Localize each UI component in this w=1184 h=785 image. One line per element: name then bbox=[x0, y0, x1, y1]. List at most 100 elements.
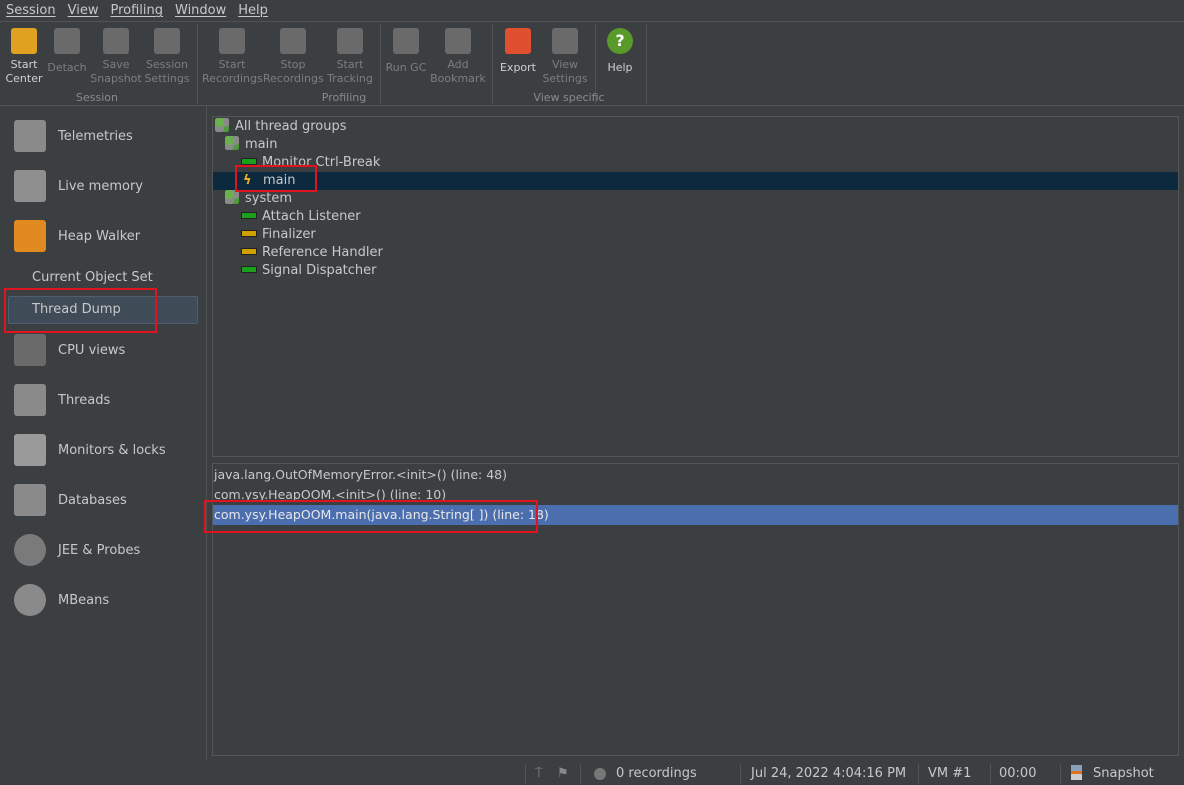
tree-root[interactable]: All thread groups bbox=[213, 118, 1178, 136]
sidebar-item-databases[interactable]: Databases bbox=[14, 482, 127, 518]
session-settings-button[interactable]: Session Settings bbox=[137, 26, 197, 86]
thread-monitor-ctrl-break[interactable]: Monitor Ctrl-Break bbox=[213, 154, 1178, 172]
threads-icon bbox=[14, 384, 46, 416]
sidebar-item-monitors-locks[interactable]: Monitors & locks bbox=[14, 432, 166, 468]
thread-group-main[interactable]: main bbox=[213, 136, 1178, 154]
stack-trace-panel: java.lang.OutOfMemoryError.<init>() (lin… bbox=[204, 463, 1179, 756]
menu-view[interactable]: View bbox=[68, 0, 99, 21]
sidebar-item-heap-walker[interactable]: Heap Walker bbox=[14, 218, 140, 254]
divider bbox=[740, 764, 741, 784]
button-label: Run GC bbox=[385, 61, 427, 74]
sidebar-subitem-current-object-set[interactable]: Current Object Set bbox=[32, 270, 153, 285]
waiting-state-icon bbox=[241, 248, 257, 255]
thread-group-system[interactable]: system bbox=[213, 190, 1178, 208]
flag-icon[interactable]: ⚑ bbox=[557, 766, 569, 781]
sidebar-item-label: JEE & Probes bbox=[58, 542, 141, 558]
cpu-views-icon bbox=[14, 334, 46, 366]
snapshot-icon bbox=[1071, 765, 1082, 780]
annotation-box bbox=[235, 165, 317, 192]
running-state-icon bbox=[241, 266, 257, 273]
recordings-count: 0 recordings bbox=[616, 766, 697, 781]
button-label: Settings bbox=[144, 72, 190, 85]
start-tracking-icon bbox=[337, 28, 363, 54]
running-state-icon bbox=[241, 158, 257, 165]
lock-icon bbox=[14, 434, 46, 466]
sidebar-item-label: CPU views bbox=[58, 342, 126, 358]
group-label-session: Session bbox=[76, 91, 118, 104]
sidebar-item-label: Telemetries bbox=[58, 128, 133, 144]
button-label: Stop bbox=[280, 58, 306, 71]
tree-label: Finalizer bbox=[262, 227, 316, 242]
divider bbox=[1060, 764, 1061, 784]
annotation-box bbox=[4, 288, 157, 333]
running-state-icon bbox=[241, 212, 257, 219]
button-label: Start bbox=[336, 58, 364, 71]
button-label: Help bbox=[607, 61, 633, 74]
sidebar-item-telemetries[interactable]: Telemetries bbox=[14, 118, 133, 154]
button-label: Session bbox=[146, 58, 188, 71]
add-bookmark-button[interactable]: Add Bookmark bbox=[428, 26, 488, 86]
sidebar-item-label: MBeans bbox=[58, 592, 110, 608]
group-label-profiling: Profiling bbox=[321, 91, 367, 104]
start-tracking-button[interactable]: Start Tracking bbox=[320, 26, 380, 86]
help-button[interactable]: ? Help bbox=[590, 26, 650, 75]
sidebar-item-label: Monitors & locks bbox=[58, 442, 166, 458]
sidebar-item-label: Databases bbox=[58, 492, 127, 508]
stack-frame[interactable]: java.lang.OutOfMemoryError.<init>() (lin… bbox=[213, 465, 1178, 485]
sidebar-item-cpu-views[interactable]: CPU views bbox=[14, 332, 125, 368]
snapshot-datetime: Jul 24, 2022 4:04:16 PM bbox=[751, 766, 907, 781]
run-gc-icon bbox=[393, 28, 419, 54]
tree-label: system bbox=[245, 191, 292, 206]
thread-reference-handler[interactable]: Reference Handler bbox=[213, 244, 1178, 262]
divider bbox=[990, 764, 991, 784]
databases-icon bbox=[14, 484, 46, 516]
menu-session[interactable]: Session bbox=[6, 0, 56, 21]
live-memory-icon bbox=[14, 170, 46, 202]
thread-group-icon bbox=[225, 190, 239, 204]
session-mode: Snapshot bbox=[1093, 766, 1154, 781]
tree-label: Attach Listener bbox=[262, 209, 361, 224]
vm-id: VM #1 bbox=[928, 766, 972, 781]
menu-profiling[interactable]: Profiling bbox=[110, 0, 163, 21]
thread-main[interactable]: ϟ main bbox=[213, 172, 1178, 190]
thread-signal-dispatcher[interactable]: Signal Dispatcher bbox=[213, 262, 1178, 280]
sidebar-item-jee-probes[interactable]: JEE & Probes bbox=[14, 532, 140, 568]
elapsed-time: 00:00 bbox=[999, 766, 1037, 781]
button-label: Recordings bbox=[202, 72, 263, 85]
thread-tree: All thread groups main Monitor Ctrl-Brea… bbox=[212, 116, 1179, 457]
sidebar-item-live-memory[interactable]: Live memory bbox=[14, 168, 143, 204]
tree-label: Reference Handler bbox=[262, 245, 383, 260]
recording-indicator-icon bbox=[594, 768, 606, 780]
sidebar-item-label: Live memory bbox=[58, 178, 143, 194]
tree-label: main bbox=[245, 137, 278, 152]
menu-bar: Session View Profiling Window Help bbox=[0, 0, 1184, 22]
sidebar-item-threads[interactable]: Threads bbox=[14, 382, 110, 418]
bookmark-icon bbox=[445, 28, 471, 54]
status-bar: ⍑ ⚑ 0 recordings Jul 24, 2022 4:04:16 PM… bbox=[0, 760, 1184, 785]
run-gc-button[interactable]: Run GC bbox=[376, 26, 436, 75]
menu-help[interactable]: Help bbox=[238, 0, 268, 21]
thread-group-icon bbox=[215, 118, 229, 132]
stop-recordings-button[interactable]: Stop Recordings bbox=[263, 26, 324, 86]
button-label: Start bbox=[218, 58, 246, 71]
divider bbox=[580, 764, 581, 784]
heap-walker-icon bbox=[14, 220, 46, 252]
pin-icon[interactable]: ⍑ bbox=[535, 766, 543, 781]
thread-finalizer[interactable]: Finalizer bbox=[213, 226, 1178, 244]
menu-window[interactable]: Window bbox=[175, 0, 226, 21]
sidebar: Telemetries Live memory Heap Walker CPU vie… bbox=[0, 106, 207, 760]
divider bbox=[197, 24, 198, 104]
group-label-view-specific: View specific bbox=[533, 91, 605, 104]
button-label: Tracking bbox=[327, 72, 373, 85]
view-settings-button[interactable]: View Settings bbox=[535, 26, 595, 86]
button-label: View bbox=[551, 58, 579, 71]
save-icon bbox=[103, 28, 129, 54]
thread-attach-listener[interactable]: Attach Listener bbox=[213, 208, 1178, 226]
start-recordings-button[interactable]: Start Recordings bbox=[202, 26, 263, 86]
detach-icon bbox=[54, 28, 80, 54]
button-label: Settings bbox=[542, 72, 588, 85]
sidebar-item-label: Threads bbox=[58, 392, 111, 408]
help-icon: ? bbox=[607, 28, 633, 54]
stop-recordings-icon bbox=[280, 28, 306, 54]
sidebar-item-mbeans[interactable]: MBeans bbox=[14, 582, 109, 618]
